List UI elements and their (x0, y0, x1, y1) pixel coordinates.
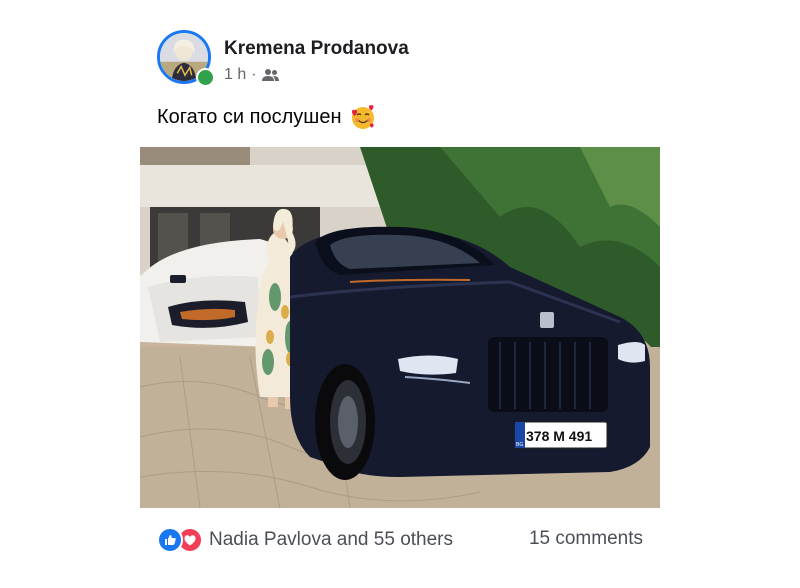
author-avatar[interactable] (157, 30, 215, 87)
meta-separator: · (251, 66, 257, 83)
post-photo[interactable]: 378 M 491 BG (140, 147, 660, 508)
friends-icon[interactable] (261, 68, 279, 82)
author-name[interactable]: Kremena Prodanova (224, 38, 409, 60)
comments-count[interactable]: 15 comments (529, 528, 643, 550)
post-message: Когато си послушен (157, 104, 376, 130)
like-icon (157, 527, 183, 553)
reactions-summary[interactable]: Nadia Pavlova and 55 others (157, 527, 453, 553)
smiling-face-with-hearts-icon (351, 105, 374, 129)
license-plate-country: BG (516, 442, 523, 448)
reactions-text[interactable]: Nadia Pavlova and 55 others (209, 529, 453, 551)
post-meta: 1 h · (224, 66, 279, 84)
license-plate-text: 378 M 491 (526, 428, 592, 444)
online-status-dot (196, 68, 215, 87)
post-time[interactable]: 1 h (224, 66, 246, 84)
post-text: Когато си послушен (157, 105, 342, 128)
